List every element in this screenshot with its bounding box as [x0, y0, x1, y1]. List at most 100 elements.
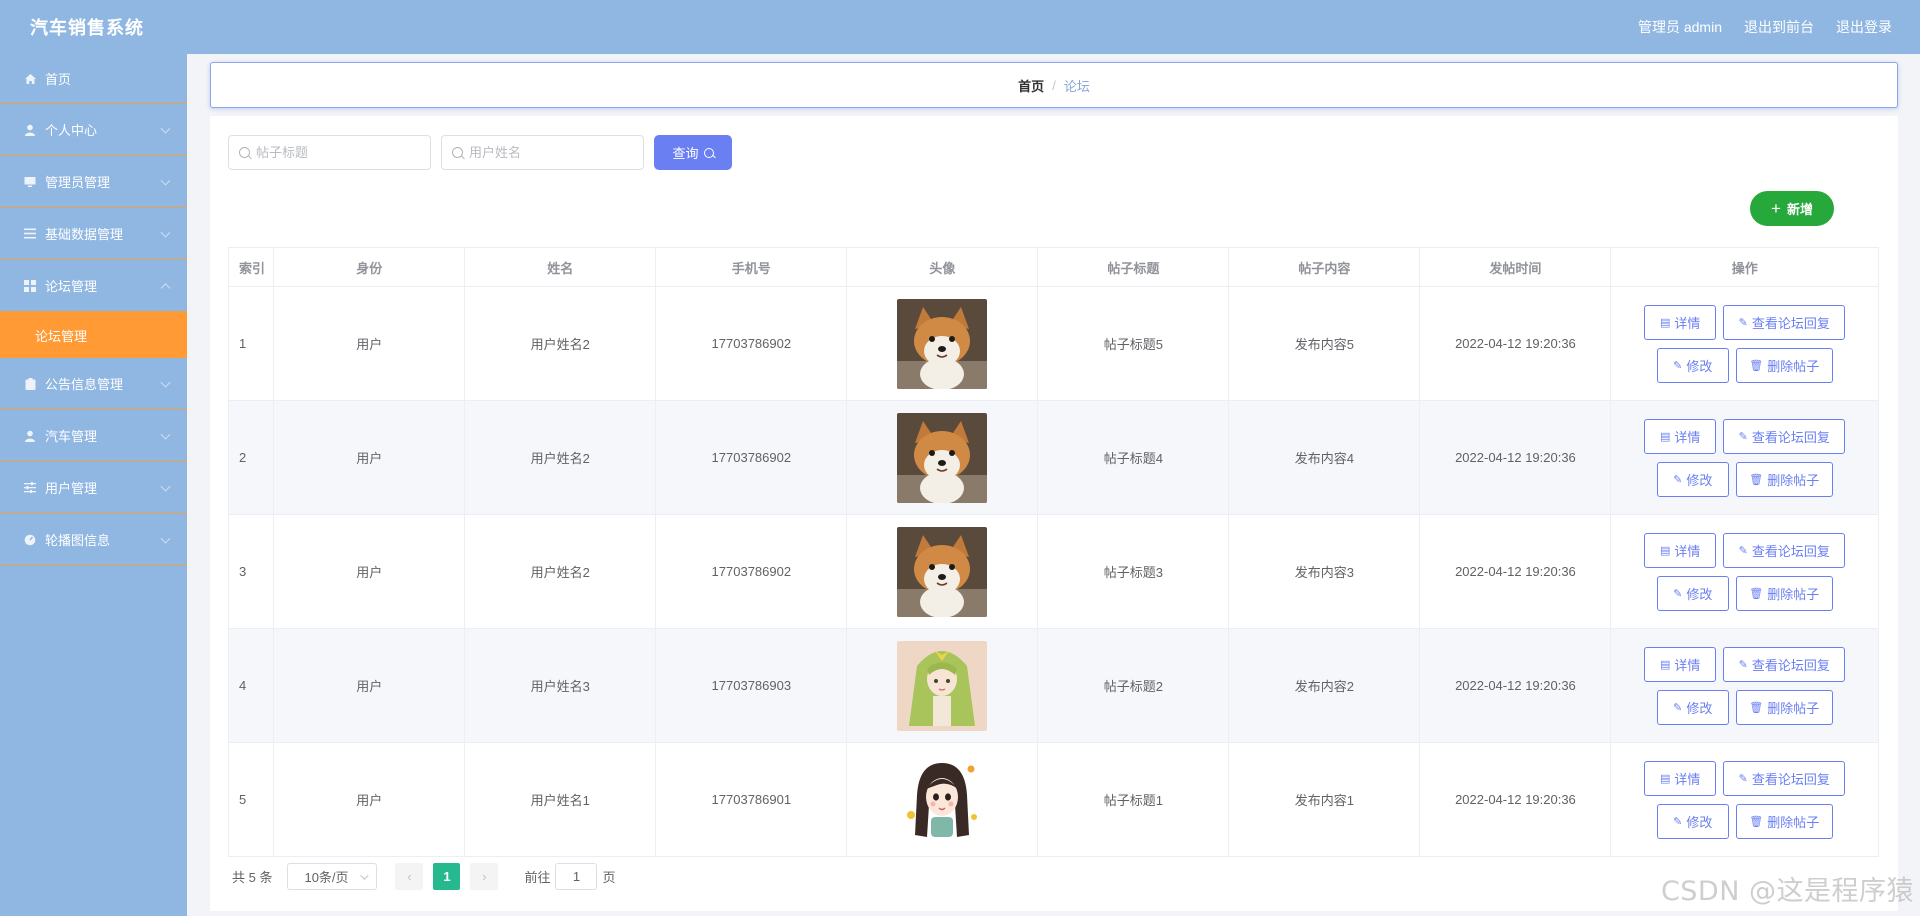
breadcrumb-home[interactable]: 首页: [1018, 76, 1044, 95]
avatar[interactable]: [897, 640, 988, 731]
cell-phone: 17703786902: [655, 514, 848, 629]
table-row: 4 用户 用户姓名3 17703786903 帖子标题2 发布内容2 2022-04-12 …: [227, 628, 1879, 743]
breadcrumb-separator: /: [1052, 77, 1056, 93]
edit-label: 修改: [1686, 586, 1713, 602]
detail-button[interactable]: ▤ 详情: [1644, 304, 1717, 340]
cell-role: 用户: [273, 286, 466, 401]
sidebar-item-profile[interactable]: 个人中心: [0, 104, 187, 156]
cell-actions: ▤ 详情 ✎ 查看论坛回复 ✎ 修改 🗑 删除帖子: [1610, 742, 1879, 857]
plus-icon: +: [1771, 199, 1781, 218]
document-icon: ▤: [1660, 772, 1671, 785]
edit-label: 修改: [1686, 700, 1713, 716]
edit-button[interactable]: ✎ 修改: [1656, 575, 1729, 611]
trash-icon: 🗑: [1749, 587, 1764, 600]
current-user: 管理员 admin: [1637, 19, 1722, 35]
trash-icon: 🗑: [1749, 815, 1764, 828]
edit-icon: ✎: [1738, 544, 1748, 557]
user-name-input[interactable]: [469, 145, 639, 160]
search-icon: [239, 147, 250, 158]
list-icon: [22, 228, 38, 239]
view-replies-button[interactable]: ✎ 查看论坛回复: [1723, 532, 1846, 568]
page-number-button[interactable]: 1: [433, 863, 461, 890]
cell-time: 2022-04-12 19:20:36: [1419, 514, 1612, 629]
edit-label: 修改: [1686, 472, 1713, 488]
view-replies-label: 查看论坛回复: [1751, 657, 1830, 673]
delete-post-button[interactable]: 🗑 删除帖子: [1735, 461, 1833, 497]
avatar[interactable]: [897, 412, 988, 503]
column-header: 手机号: [655, 247, 848, 287]
sidebar-item-label: 论坛管理: [45, 279, 98, 294]
table-row: 5 用户 用户姓名1 17703786901 帖子标题1 发布内容1 2022-04-12 …: [227, 742, 1879, 857]
detail-button[interactable]: ▤ 详情: [1644, 532, 1717, 568]
detail-button[interactable]: ▤ 详情: [1644, 760, 1717, 796]
cell-avatar: [846, 514, 1039, 629]
sidebar-item-label: 用户管理: [45, 481, 98, 496]
cell-avatar: [846, 628, 1039, 743]
delete-post-button[interactable]: 🗑 删除帖子: [1735, 347, 1833, 383]
goto-page-input[interactable]: [555, 863, 598, 890]
cell-content: 发布内容1: [1228, 742, 1421, 857]
detail-label: 详情: [1674, 315, 1701, 331]
cell-content: 发布内容2: [1228, 628, 1421, 743]
cell-title: 帖子标题3: [1037, 514, 1230, 629]
monitor-icon: [22, 176, 38, 188]
edit-button[interactable]: ✎ 修改: [1656, 689, 1729, 725]
sidebar-item-label: 轮播图信息: [45, 533, 111, 548]
post-title-search-field[interactable]: [228, 135, 431, 170]
post-title-input[interactable]: [256, 145, 426, 160]
delete-post-button[interactable]: 🗑 删除帖子: [1735, 689, 1833, 725]
logout-link[interactable]: 退出登录: [1836, 17, 1892, 37]
view-replies-button[interactable]: ✎ 查看论坛回复: [1723, 646, 1846, 682]
prev-page-button[interactable]: ‹: [395, 863, 424, 890]
view-replies-button[interactable]: ✎ 查看论坛回复: [1723, 418, 1846, 454]
chevron-down-icon: [160, 175, 171, 186]
sidebar-item-label: 汽车管理: [45, 429, 98, 444]
edit-button[interactable]: ✎ 修改: [1656, 461, 1729, 497]
avatar[interactable]: [897, 526, 988, 617]
add-button[interactable]: + 新增: [1750, 191, 1834, 226]
cell-avatar: [846, 400, 1039, 515]
sidebar-subitem-label: 论坛管理: [35, 328, 88, 344]
view-replies-label: 查看论坛回复: [1751, 771, 1830, 787]
avatar[interactable]: [897, 754, 988, 845]
delete-label: 删除帖子: [1767, 472, 1820, 488]
user-name-search-field[interactable]: [441, 135, 644, 170]
sidebar-item-home[interactable]: 首页: [0, 54, 187, 104]
edit-button[interactable]: ✎ 修改: [1656, 803, 1729, 839]
chevron-right-icon: ›: [482, 869, 487, 884]
edit-button[interactable]: ✎ 修改: [1656, 347, 1729, 383]
detail-button[interactable]: ▤ 详情: [1644, 646, 1717, 682]
sidebar-item-users[interactable]: 用户管理: [0, 462, 187, 514]
detail-button[interactable]: ▤ 详情: [1644, 418, 1717, 454]
delete-post-button[interactable]: 🗑 删除帖子: [1735, 575, 1833, 611]
exit-to-front-link[interactable]: 退出到前台: [1744, 17, 1814, 37]
cell-title: 帖子标题1: [1037, 742, 1230, 857]
search-bar: 查询: [228, 135, 732, 170]
page-size-select[interactable]: 10条/页: [287, 863, 378, 890]
next-page-button[interactable]: ›: [470, 863, 499, 890]
sidebar-item-basic-data[interactable]: 基础数据管理: [0, 208, 187, 260]
view-replies-button[interactable]: ✎ 查看论坛回复: [1723, 304, 1846, 340]
pagination-total: 共 5 条: [232, 870, 273, 885]
sidebar-item-admin[interactable]: 管理员管理: [0, 156, 187, 208]
delete-post-button[interactable]: 🗑 删除帖子: [1735, 803, 1833, 839]
avatar[interactable]: [897, 298, 988, 389]
clipboard-icon: [22, 377, 38, 390]
cell-phone: 17703786903: [655, 628, 848, 743]
edit-icon: ✎: [1738, 316, 1748, 329]
detail-label: 详情: [1674, 543, 1701, 559]
column-header: 头像: [846, 247, 1039, 287]
gauge-icon: [22, 534, 38, 546]
add-label: 新增: [1786, 202, 1813, 217]
view-replies-button[interactable]: ✎ 查看论坛回复: [1723, 760, 1846, 796]
edit-icon: ✎: [1673, 701, 1683, 714]
sidebar-item-carousel[interactable]: 轮播图信息: [0, 514, 187, 566]
cell-title: 帖子标题4: [1037, 400, 1230, 515]
query-button[interactable]: 查询: [654, 135, 732, 170]
sidebar-item-notice[interactable]: 公告信息管理: [0, 358, 187, 410]
sidebar-item-forum[interactable]: 论坛管理: [0, 260, 187, 312]
sidebar-item-car[interactable]: 汽车管理: [0, 410, 187, 462]
sliders-icon: [22, 482, 38, 493]
document-icon: ▤: [1660, 658, 1671, 671]
sidebar-subitem-forum-manage[interactable]: 论坛管理: [0, 312, 187, 358]
